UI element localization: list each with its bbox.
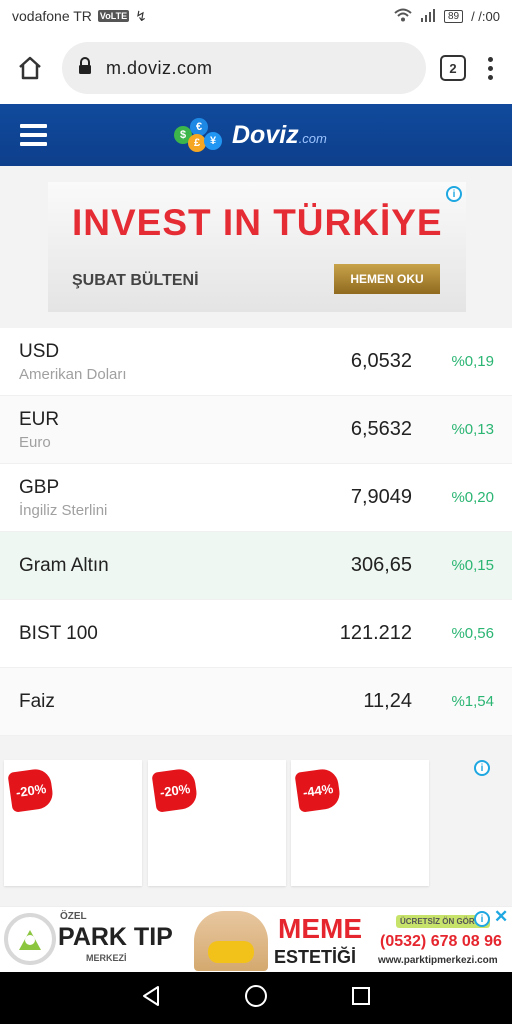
ad-brand: PARK TIP [58,923,173,951]
home-button-icon[interactable] [244,984,268,1013]
rate-row-gold[interactable]: Gram Altın 306,65 %0,15 [0,532,512,600]
site-logo[interactable]: $ € £ ¥ Doviz.com [172,118,327,152]
ad-headline-2: ESTETİĞİ [274,947,357,967]
ad-model-image [194,911,268,971]
rate-row-bist[interactable]: BIST 100 121.212 %0,56 [0,600,512,668]
rate-row-eur[interactable]: EUR Euro 6,5632 %0,13 [0,396,512,464]
rate-change: %0,19 [451,353,494,370]
rate-change: %0,15 [451,557,494,574]
rate-value: 6,5632 [350,418,412,440]
carrier-label: vodafone TR [12,8,92,24]
logo-suffix: .com [298,130,327,146]
ad-cta-button[interactable]: HEMEN OKU [334,264,440,294]
invest-ad-banner[interactable]: INVEST IN TÜRKİYE ŞUBAT BÜLTENİ HEMEN OK… [48,182,466,312]
promo-card[interactable]: -20% [4,760,142,886]
coins-icon: $ € £ ¥ [172,118,224,152]
rate-row-usd[interactable]: USD Amerikan Doları 6,0532 %0,19 [0,328,512,396]
discount-tag: -44% [294,767,342,813]
signal-icon [420,8,436,25]
ad-headline-1: MEME [278,913,362,944]
ad-container: INVEST IN TÜRKİYE ŞUBAT BÜLTENİ HEMEN OK… [0,166,512,328]
close-ad-icon[interactable]: ✕ [494,907,508,927]
rate-name: İngiliz Sterlini [19,501,108,519]
overflow-menu-icon[interactable] [480,56,500,80]
rate-change: %1,54 [451,693,494,710]
recents-icon[interactable] [351,986,371,1011]
ad-brand-prefix: ÖZEL [60,911,87,922]
wifi-icon [394,8,412,25]
ad-subtitle: ŞUBAT BÜLTENİ [72,272,199,289]
clinic-logo-icon [4,913,56,965]
logo-text: Doviz [232,120,299,149]
rate-code: USD [19,340,60,362]
clock: / /:00 [471,8,500,24]
rate-code: EUR [19,408,60,430]
rate-change: %0,20 [451,489,494,506]
rate-change: %0,56 [451,625,494,642]
ad-website: www.parktipmerkezi.com [378,955,498,966]
system-navigation-bar [0,972,512,1024]
rates-list: USD Amerikan Doları 6,0532 %0,19 EUR Euro … [0,328,512,736]
home-icon[interactable] [12,50,48,86]
promo-ads: -20% -20% -44% i [0,754,512,904]
rate-value: 306,65 [350,554,412,576]
ad-title: INVEST IN TÜRKİYE [72,202,443,243]
site-header: $ € £ ¥ Doviz.com [0,104,512,166]
rate-row-gbp[interactable]: GBP İngiliz Sterlini 7,9049 %0,20 [0,464,512,532]
rate-code: Gram Altın [19,554,109,576]
promo-info-icon[interactable]: i [474,760,490,776]
rate-change: %0,13 [451,421,494,438]
url-text: m.doviz.com [106,57,213,78]
rate-code: BIST 100 [19,622,98,644]
ad-info-icon[interactable]: i [446,186,462,202]
back-icon[interactable] [141,985,161,1012]
promo-card[interactable]: -20% [148,760,286,886]
hamburger-menu-icon[interactable] [20,124,47,151]
rate-name: Amerikan Doları [19,365,127,383]
rate-row-faiz[interactable]: Faiz 11,24 %1,54 [0,668,512,736]
rate-code: GBP [19,476,60,498]
battery-icon: 89 [443,9,464,23]
ad-phone: (0532) 678 08 96 [380,933,502,950]
browser-toolbar: m.doviz.com 2 [0,32,512,104]
promo-card[interactable]: -44% [291,760,429,886]
discount-tag: -20% [7,767,55,813]
bottom-ad-info-icon[interactable]: i [474,911,490,927]
ad-brand-suffix: MERKEZİ [86,953,127,963]
rate-value: 6,0532 [350,350,412,372]
rate-value: 121.212 [339,622,412,644]
volte-badge: VoLTE [97,10,130,22]
rate-code: Faiz [19,690,55,712]
rate-value: 7,9049 [350,486,412,508]
lock-icon [78,56,92,80]
usb-icon: ↯ [135,7,147,24]
address-bar[interactable]: m.doviz.com [62,42,426,94]
rate-name: Euro [19,433,51,451]
bottom-ad-banner[interactable]: ÖZEL PARK TIP MERKEZİ MEME ESTETİĞİ ÜCRE… [0,906,512,972]
tab-switcher-button[interactable]: 2 [440,55,466,81]
discount-tag: -20% [151,767,199,813]
status-bar: vodafone TR VoLTE ↯ 89 / /:00 [0,0,512,32]
rate-value: 11,24 [363,690,412,712]
